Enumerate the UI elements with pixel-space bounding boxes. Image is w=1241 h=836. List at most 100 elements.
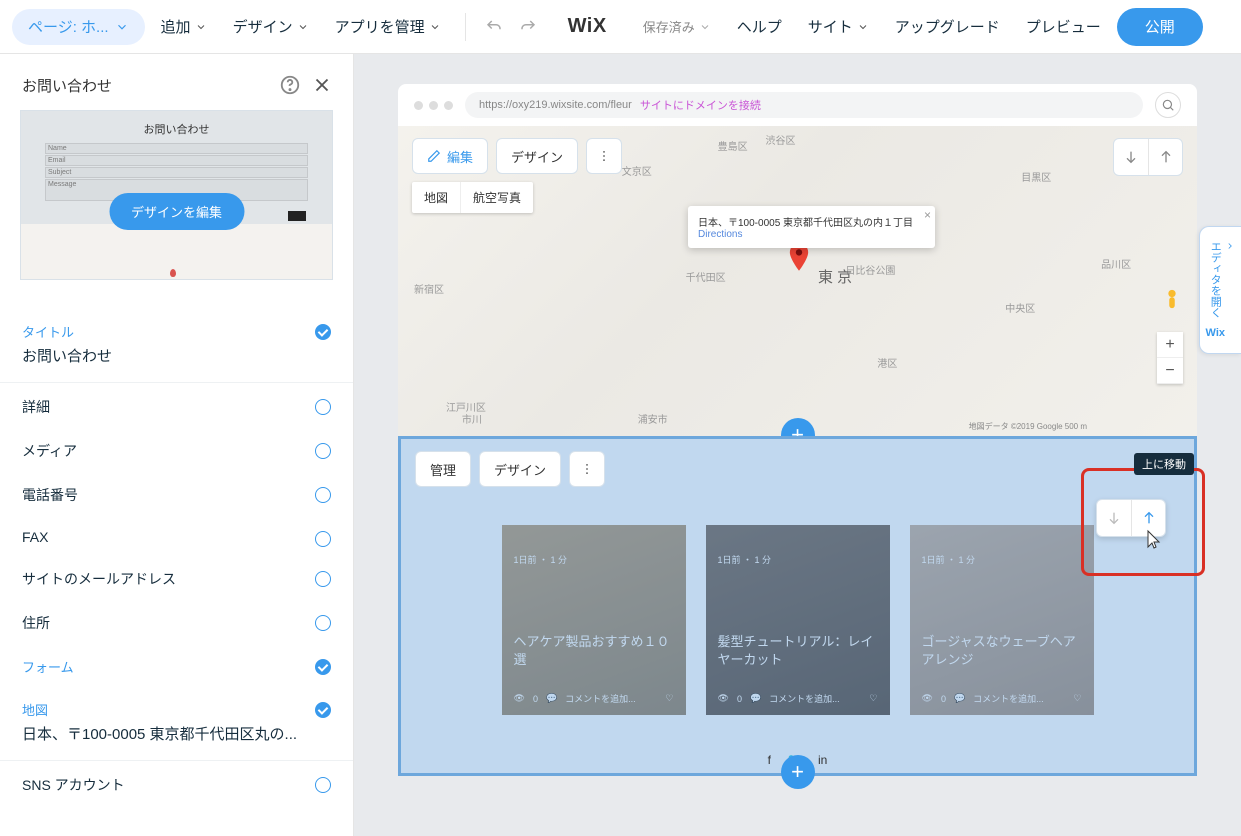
section-toolbar: 管理 デザイン xyxy=(415,451,605,487)
map-area-label: 日比谷公園 xyxy=(845,262,895,277)
sidebar-field[interactable]: タイトルお問い合わせ xyxy=(0,310,353,383)
sidebar-field[interactable]: フォーム xyxy=(0,645,353,688)
pencil-icon xyxy=(427,149,441,163)
chevron-down-icon xyxy=(429,21,441,33)
map-type-map[interactable]: 地図 xyxy=(412,182,460,213)
radio-off-icon[interactable] xyxy=(315,487,331,503)
map-type-switcher: 地図 航空写真 xyxy=(412,182,533,213)
design-button[interactable]: デザイン xyxy=(479,451,561,487)
radio-off-icon[interactable] xyxy=(315,531,331,547)
menu-apps[interactable]: アプリを管理 xyxy=(325,9,451,45)
field-label: SNS アカウント xyxy=(22,775,331,795)
checkmark-icon[interactable] xyxy=(315,659,331,675)
map-area-label: 品川区 xyxy=(1101,256,1131,271)
arrow-up-icon xyxy=(1158,149,1174,165)
map-area-label: 渋谷区 xyxy=(766,132,796,147)
page-dropdown[interactable]: ページ: ホ... xyxy=(12,9,145,45)
close-icon[interactable]: × xyxy=(924,208,931,222)
menu-upgrade[interactable]: アップグレード xyxy=(885,9,1010,45)
directions-link[interactable]: Directions xyxy=(698,229,742,240)
separator xyxy=(465,13,466,41)
sidebar-field[interactable]: メディア xyxy=(0,429,353,473)
map-area-label: 千代田区 xyxy=(686,269,726,284)
chevron-down-icon xyxy=(195,21,207,33)
sidebar-field[interactable]: FAX xyxy=(0,517,353,557)
map-section[interactable]: 新宿区豊島区目黒区中央区文京区台東区江戸川区渋谷区港区品川区千代田区市川浦安市日… xyxy=(398,126,1197,436)
design-button[interactable]: デザイン xyxy=(496,138,578,174)
info-address: 日本、〒100-0005 東京都千代田区丸の内１丁目 xyxy=(698,214,913,229)
preview-form-title: お問い合わせ xyxy=(45,121,308,137)
edit-button[interactable]: 編集 xyxy=(412,138,488,174)
preview-pin-icon xyxy=(170,269,176,277)
save-status[interactable]: 保存済み xyxy=(633,9,721,45)
field-value: 日本、〒100-0005 東京都千代田区丸の... xyxy=(22,723,331,744)
edit-design-button[interactable]: デザインを編集 xyxy=(109,193,244,230)
checkmark-icon[interactable] xyxy=(315,324,331,340)
map-type-satellite[interactable]: 航空写真 xyxy=(460,182,533,213)
radio-off-icon[interactable] xyxy=(315,443,331,459)
top-bar: ページ: ホ... 追加 デザイン アプリを管理 WiX 保存済み ヘルプ サイ… xyxy=(0,0,1241,54)
menu-preview[interactable]: プレビュー xyxy=(1016,9,1111,45)
arrow-down-icon xyxy=(1123,149,1139,165)
preview-field: Name xyxy=(45,143,308,154)
radio-off-icon[interactable] xyxy=(315,399,331,415)
linkedin-icon[interactable]: in xyxy=(818,753,827,767)
sidebar-field[interactable]: 電話番号 xyxy=(0,473,353,517)
zoom-in-button[interactable]: + xyxy=(1157,332,1183,358)
pegman-icon[interactable] xyxy=(1161,288,1183,316)
field-label: 地図 xyxy=(22,700,331,719)
address-bar[interactable]: https://oxy219.wixsite.com/fleur サイトにドメイ… xyxy=(465,92,1143,118)
map-area-label: 港区 xyxy=(877,355,897,370)
zoom-out-button[interactable]: − xyxy=(1157,358,1183,384)
menu-help[interactable]: ヘルプ xyxy=(727,9,792,45)
menu-add[interactable]: 追加 xyxy=(151,9,217,45)
section-toolbar: 編集 デザイン xyxy=(412,138,622,174)
more-button[interactable] xyxy=(569,451,605,487)
help-icon[interactable] xyxy=(279,74,301,96)
close-icon[interactable] xyxy=(311,74,333,96)
browser-frame: https://oxy219.wixsite.com/fleur サイトにドメイ… xyxy=(398,84,1197,126)
redo-button[interactable] xyxy=(514,13,542,41)
open-editor-tab[interactable]: エディタを開く Wix xyxy=(1199,226,1241,354)
sidebar-header: お問い合わせ xyxy=(0,54,353,110)
radio-off-icon[interactable] xyxy=(315,571,331,587)
radio-off-icon[interactable] xyxy=(315,777,331,793)
sidebar-field[interactable]: 住所 xyxy=(0,601,353,645)
url-text: https://oxy219.wixsite.com/fleur xyxy=(479,99,632,111)
blog-section[interactable]: 管理 デザイン 1日前 ・ 1 分ヘアケア製品おすすめ１０選👁0💬コメントを追加… xyxy=(398,436,1197,776)
facebook-icon[interactable]: f xyxy=(768,753,771,767)
main: お問い合わせ お問い合わせ Name Email Subject Message… xyxy=(0,54,1241,836)
connect-domain-link[interactable]: サイトにドメインを接続 xyxy=(640,97,761,113)
preview-map xyxy=(21,224,332,279)
sidebar-field[interactable]: 地図日本、〒100-0005 東京都千代田区丸の... xyxy=(0,688,353,761)
manage-button[interactable]: 管理 xyxy=(415,451,471,487)
publish-button[interactable]: 公開 xyxy=(1117,8,1203,46)
more-button[interactable] xyxy=(586,138,622,174)
chevron-right-icon xyxy=(1225,241,1235,251)
window-dots xyxy=(414,101,453,110)
field-label: 住所 xyxy=(22,613,331,633)
chevron-down-icon xyxy=(115,20,129,34)
radio-off-icon[interactable] xyxy=(315,615,331,631)
selection-overlay xyxy=(401,439,1194,773)
menu-design[interactable]: デザイン xyxy=(223,9,319,45)
move-up-button[interactable] xyxy=(1148,139,1182,175)
sidebar-field[interactable]: SNS アカウント xyxy=(0,763,353,807)
search-icon[interactable] xyxy=(1155,92,1181,118)
add-section-button[interactable]: + xyxy=(781,755,815,789)
chevron-down-icon xyxy=(297,21,309,33)
move-down-button[interactable] xyxy=(1114,139,1148,175)
field-label: 電話番号 xyxy=(22,485,331,505)
field-label: タイトル xyxy=(22,322,331,341)
map-info-window: × 日本、〒100-0005 東京都千代田区丸の内１丁目 Directions xyxy=(688,206,935,248)
chevron-down-icon xyxy=(857,21,869,33)
undo-button[interactable] xyxy=(480,13,508,41)
menu-site[interactable]: サイト xyxy=(798,9,879,45)
wix-mini-logo: Wix xyxy=(1206,327,1225,339)
sidebar-field[interactable]: サイトのメールアドレス xyxy=(0,557,353,601)
sidebar-field[interactable]: 詳細 xyxy=(0,385,353,429)
chevron-down-icon xyxy=(699,21,711,33)
field-value: お問い合わせ xyxy=(22,345,331,366)
dots-vertical-icon xyxy=(580,462,594,476)
checkmark-icon[interactable] xyxy=(315,702,331,718)
